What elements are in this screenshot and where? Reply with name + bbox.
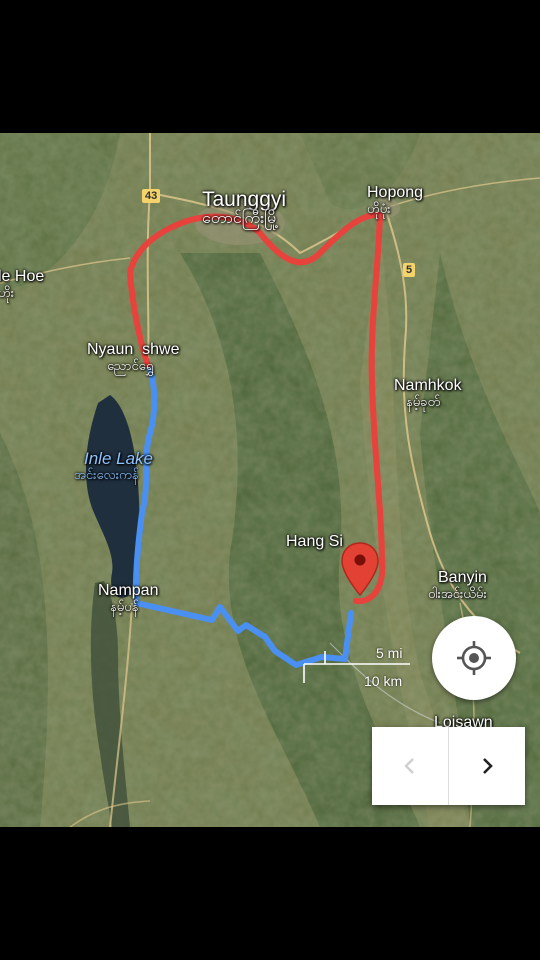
scale-miles-label: 5 mi bbox=[376, 645, 403, 661]
place-name: Nyaun shwe bbox=[87, 341, 180, 358]
place-native-name: ဝါးအင်းယိမ်း bbox=[428, 585, 487, 601]
place-label-nyaungshwe: Nyaun shwe ညောင်ရွှေ bbox=[87, 341, 180, 373]
place-label-inle-lake: Inle Lake အင်းလေးကန် bbox=[74, 449, 153, 481]
place-native-name: ဟိုပုံး bbox=[367, 200, 391, 216]
chevron-right-icon bbox=[483, 758, 493, 774]
next-step-button[interactable] bbox=[448, 727, 525, 805]
place-native-name: နမ့်ပန် bbox=[110, 598, 139, 614]
chevron-left-icon bbox=[404, 758, 414, 774]
place-label-namhkok: Namhkok နမ့်ခုတ် bbox=[394, 377, 462, 409]
place-native-name: ဟိုး bbox=[0, 284, 15, 300]
place-name: Hang Si bbox=[286, 533, 343, 550]
my-location-button[interactable] bbox=[432, 616, 516, 700]
place-name: Namhkok bbox=[394, 377, 462, 394]
place-name: Inle Lake bbox=[84, 449, 153, 468]
place-native-name: နမ့်ခုတ် bbox=[406, 393, 441, 409]
place-label-nampan: Nampan နမ့်ပန် bbox=[98, 582, 159, 614]
place-name: Banyin bbox=[438, 569, 487, 586]
place-label-ywa-hoe: le Hoe ဟိုး bbox=[0, 268, 45, 300]
previous-step-button[interactable] bbox=[372, 727, 448, 805]
map-canvas[interactable]: 43 5 Taunggyi တောင်ကြီးမြို့ Hopong ဟိုပ… bbox=[0, 133, 540, 827]
road-shield-5: 5 bbox=[403, 263, 416, 277]
place-name: Hopong bbox=[367, 184, 424, 201]
location-pin-icon[interactable] bbox=[340, 541, 380, 597]
place-name: le Hoe bbox=[0, 268, 45, 285]
road-shield-43: 43 bbox=[142, 189, 161, 203]
step-navigation bbox=[372, 727, 525, 805]
place-label-hopong: Hopong ဟိုပုံး bbox=[367, 184, 424, 216]
place-name: Nampan bbox=[98, 582, 159, 599]
my-location-icon bbox=[457, 641, 491, 675]
scale-km-label: 10 km bbox=[364, 673, 403, 689]
place-native-name: တောင်ကြီးမြို့ bbox=[202, 210, 279, 228]
place-native-name: ညောင်ရွှေ bbox=[107, 357, 154, 373]
place-label-banyin: Banyin ဝါးအင်းယိမ်း bbox=[428, 569, 487, 600]
place-label-hang-si: Hang Si bbox=[286, 533, 343, 551]
place-native-name: အင်းလေးကန် bbox=[74, 466, 139, 482]
place-name: Taunggyi bbox=[202, 188, 287, 211]
place-label-taunggyi: Taunggyi တောင်ကြီးမြို့ bbox=[202, 188, 287, 228]
